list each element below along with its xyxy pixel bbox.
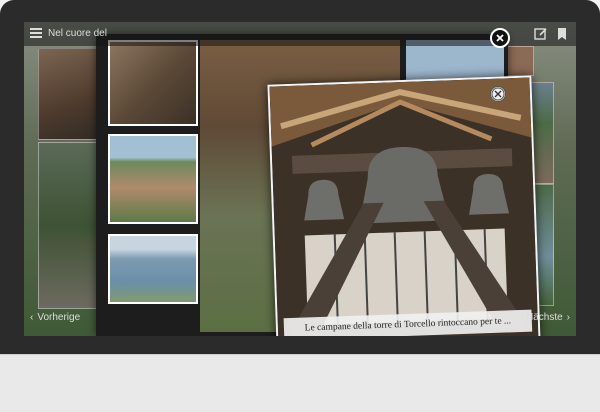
close-icon (496, 34, 504, 42)
screen: Nel cuore del Le campane della torre di … (24, 22, 576, 336)
previous-label: Vorherige (37, 312, 81, 323)
chevron-right-icon: › (566, 312, 570, 323)
gallery-thumbnail[interactable] (108, 134, 198, 224)
enlarged-photo[interactable]: Le campane della torre di Torcello rinto… (267, 75, 541, 336)
lightbox: Le campane della torre di Torcello rinto… (96, 34, 541, 336)
device-chin (0, 354, 600, 412)
chevron-left-icon: ‹ (30, 312, 34, 323)
next-button[interactable]: Nächste › (526, 312, 570, 323)
page-title: Nel cuore del (48, 28, 107, 39)
hamburger-menu-icon[interactable] (30, 28, 42, 38)
gallery-thumbnail[interactable] (108, 234, 198, 304)
gallery-thumbnail[interactable] (108, 40, 198, 126)
close-photo-icon[interactable] (490, 86, 506, 102)
bookmark-icon[interactable] (556, 27, 568, 41)
edit-icon[interactable] (534, 27, 548, 41)
previous-button[interactable]: ‹ Vorherige (30, 312, 80, 323)
close-button[interactable] (490, 28, 510, 48)
next-label: Nächste (525, 312, 563, 323)
